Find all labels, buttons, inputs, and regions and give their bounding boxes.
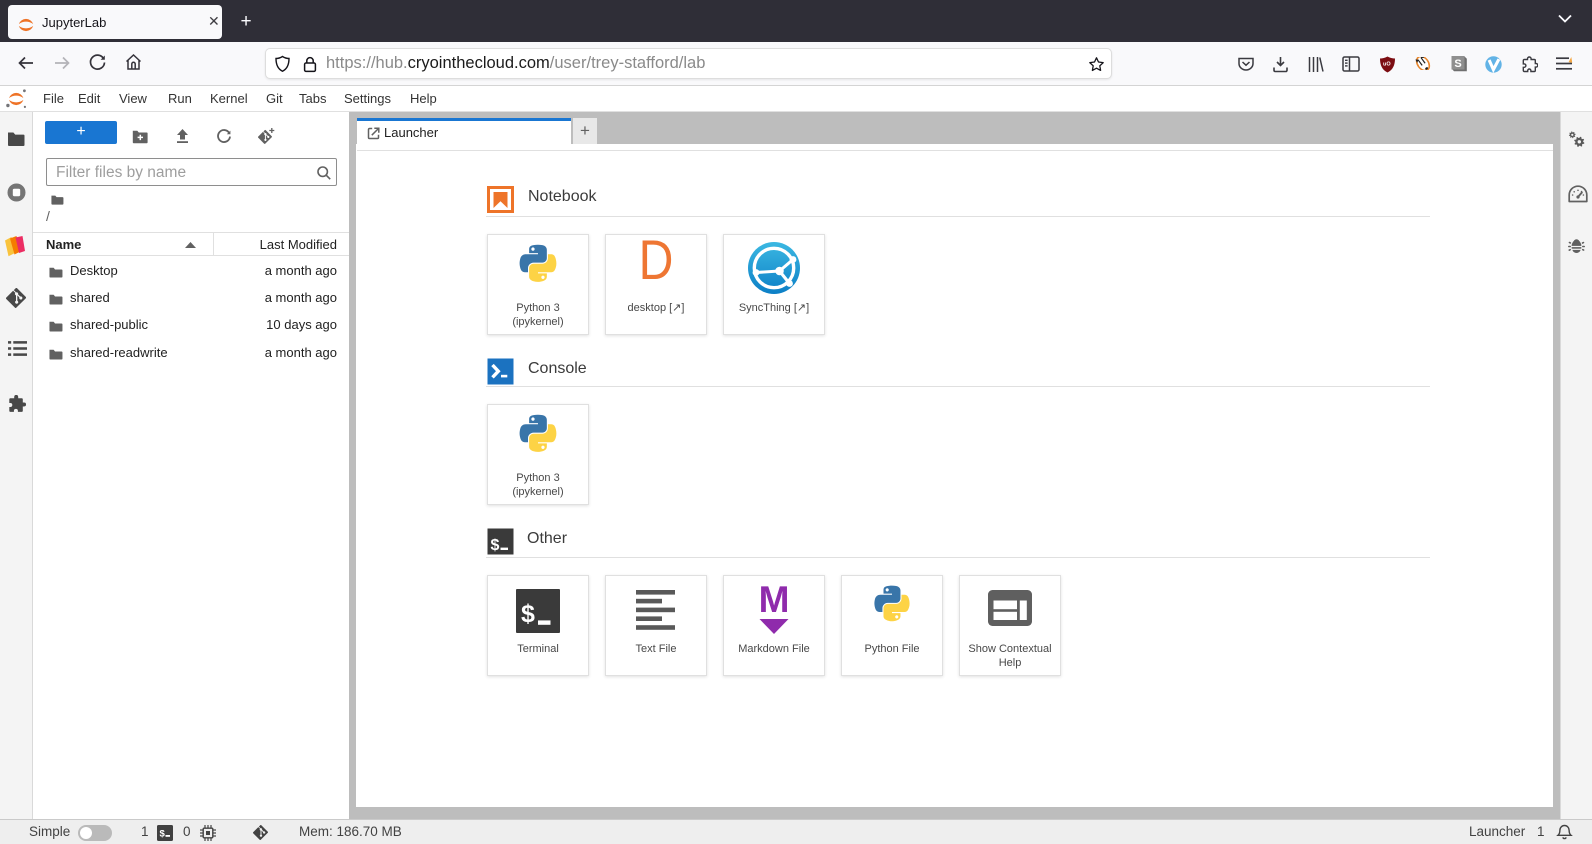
svg-text:uO: uO xyxy=(1383,62,1391,68)
svg-text:$: $ xyxy=(160,829,166,840)
svg-text:$: $ xyxy=(521,600,535,628)
svg-text:S: S xyxy=(1454,58,1461,70)
svg-text:$: $ xyxy=(491,537,500,554)
